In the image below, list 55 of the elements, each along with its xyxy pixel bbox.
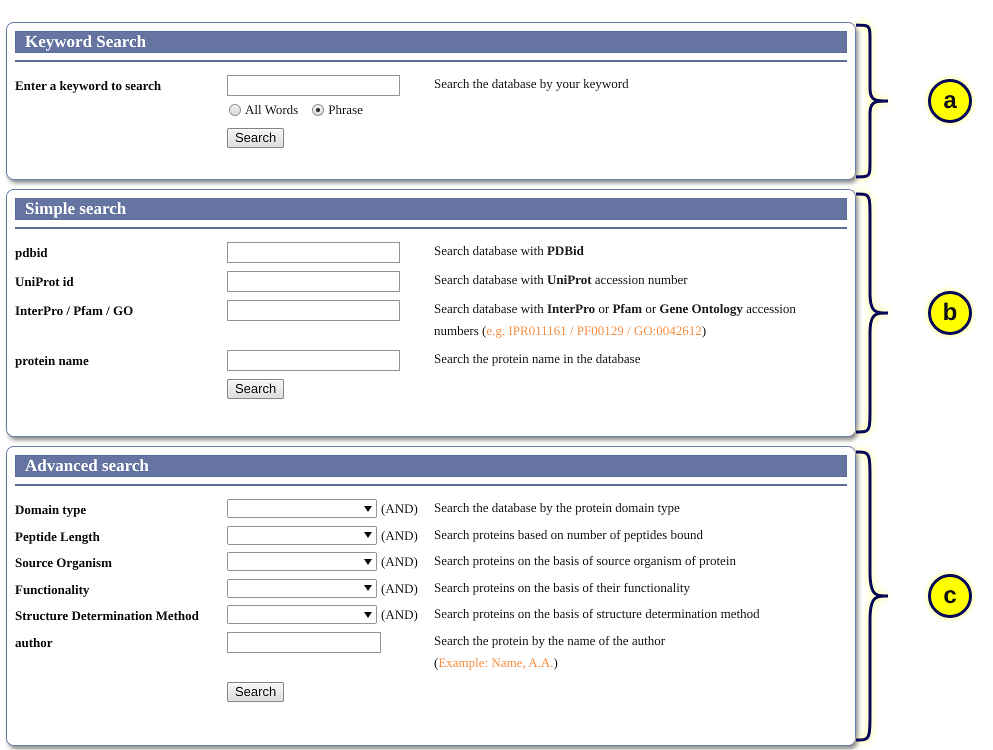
section-marker: c [928, 574, 972, 618]
section-header: Simple search [15, 198, 847, 220]
field-description: Search the protein by the name of the author [434, 632, 666, 650]
field-description: Search proteins on the basis of their functionality [434, 578, 691, 597]
dropdown-arrow-icon [364, 532, 372, 538]
dropdown-arrow-icon [364, 585, 372, 592]
field-description: Search proteins on the basis of structure determination method [434, 605, 761, 623]
section-marker: a [928, 79, 972, 123]
operator-label: (AND) [381, 580, 418, 598]
field-label: InterPro / Pfam / GO [15, 302, 134, 320]
section-header: Advanced search [15, 455, 847, 477]
dropdown[interactable] [227, 605, 377, 624]
field-label: Source Organism [15, 554, 113, 572]
search-button[interactable]: Search [227, 128, 284, 148]
dropdown-arrow-icon [364, 558, 372, 565]
field-label: Domain type [15, 501, 88, 519]
field-label: Peptide Length [15, 528, 101, 546]
search-button[interactable]: Search [227, 379, 284, 399]
operator-label: (AND) [381, 553, 418, 571]
field-description: Search proteins based on number of peptides bound [434, 526, 704, 544]
dropdown-arrow-icon [364, 506, 372, 512]
section-marker: b [928, 291, 972, 335]
field-label: UniProt id [15, 273, 75, 291]
dropdown[interactable] [227, 526, 377, 545]
dropdown[interactable] [227, 578, 377, 598]
field-label: Structure Determination Method [15, 607, 200, 625]
operator-label: (AND) [381, 606, 418, 624]
text-field[interactable] [227, 242, 400, 263]
text-field[interactable] [227, 300, 400, 321]
dropdown[interactable] [227, 552, 377, 572]
text-field[interactable] [227, 350, 400, 371]
text-field[interactable] [227, 271, 400, 292]
field-description: Search proteins on the basis of source organism of protein [434, 552, 737, 570]
radio-option[interactable]: Phrase [312, 100, 363, 120]
field-description: Search database with PDBid [434, 242, 585, 260]
example-text: (Example: Name, A.A.) [434, 654, 559, 672]
text-field[interactable] [227, 632, 381, 652]
operator-label: (AND) [381, 500, 418, 518]
radio-option[interactable]: All Words [229, 100, 298, 120]
field-label: protein name [15, 352, 90, 370]
field-label: pdbid [15, 244, 49, 262]
field-description: Search database with InterPro or Pfam or Gene Ontology accession numbers (e.g. IPR011161 / PF00129 / GO:0042612) [434, 300, 797, 340]
field-label: Enter a keyword to search [15, 77, 162, 95]
field-label: Functionality [15, 580, 90, 599]
dropdown-arrow-icon [364, 612, 372, 618]
field-description: Search the database by the protein domain type [434, 499, 681, 517]
field-description: Search the protein name in the database [434, 350, 642, 368]
text-field[interactable] [227, 75, 400, 96]
field-description: Search database with UniProt accession number [434, 271, 689, 289]
operator-label: (AND) [381, 526, 418, 545]
field-description: Search the database by your keyword [434, 75, 630, 93]
dropdown[interactable] [227, 499, 377, 518]
search-button[interactable]: Search [227, 682, 284, 702]
field-label: author [15, 634, 54, 652]
section-header: Keyword Search [15, 31, 847, 53]
